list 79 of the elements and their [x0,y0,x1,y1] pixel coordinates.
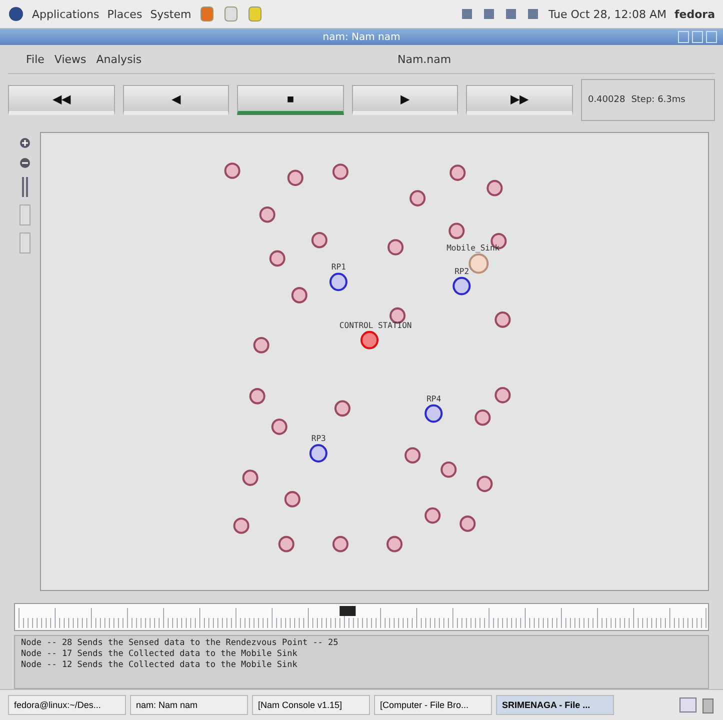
node-label: RP2 [454,266,470,276]
taskbar-button[interactable]: [Nam Console v1.15] [252,695,370,715]
taskbar-button[interactable]: nam: Nam nam [130,695,248,715]
sensor-node [388,239,404,256]
sensor-node [494,387,511,404]
rendezvous-node [329,272,348,292]
sensor-node [311,232,328,248]
sensor-node [284,491,300,508]
menu-item[interactable]: File [26,52,44,66]
playback-button[interactable]: ▶ [352,85,458,115]
panel-menu[interactable]: System [150,8,192,20]
logo-icon[interactable] [8,6,24,22]
minimize-button[interactable] [678,31,689,43]
sensor-node [242,470,258,486]
sensor-node [332,164,348,180]
playback-button[interactable]: ▶▶ [466,85,573,115]
log-line: Node -- 17 Sends the Collected data to the Mobile Sink [21,649,298,659]
log-line: Node -- 12 Sends the Collected data to the Mobile Sink [21,660,298,670]
sensor-node [287,170,304,186]
rendezvous-node [309,444,328,462]
sensor-node [486,180,503,196]
sensor-node [334,400,350,417]
log-line: Node -- 28 Sends the Sensed data to the Rendezvous Point -- 25 [21,638,340,648]
sensor-node [450,164,466,181]
close-button[interactable] [706,31,717,43]
sensor-node [269,250,286,267]
rendezvous-node [452,276,471,296]
timeline-track[interactable] [14,603,709,631]
zoom-in-icon[interactable] [18,136,32,150]
sensor-node [474,409,491,426]
sensor-node [476,476,493,492]
sensor-node [249,388,266,404]
node-label: RP3 [311,433,326,444]
playback-button[interactable]: ◀◀ [8,85,115,115]
panel-menu[interactable]: Applications [32,8,100,20]
node-label: CONTROL STATION [339,320,412,330]
window-title: nam: Nam nam [322,32,400,42]
sensor-node [253,337,270,354]
sensor-node [440,461,457,478]
clock[interactable]: Tue Oct 28, 12:08 AM [548,8,666,20]
sensor-node [259,206,276,223]
control-station-node [360,330,379,350]
sensor-node [448,222,465,240]
playback-button[interactable]: ◀ [122,85,230,115]
sensor-node [424,507,441,524]
sensor-node [233,518,250,534]
panel-menu[interactable]: Places [107,8,142,20]
sensor-node [386,536,403,552]
sensor-node [410,190,426,206]
maximize-button[interactable] [692,31,703,43]
zoom-out-icon[interactable] [18,156,32,170]
sensor-node [494,312,511,328]
node-label: RP1 [331,262,346,272]
rendezvous-node [424,404,443,423]
file-name: Nam.nam [396,52,452,66]
mobile-sink-node [468,253,489,274]
step-control[interactable]: Step: 6.3ms [631,95,686,105]
sensor-node [404,447,421,464]
workspace-icon[interactable] [679,696,697,714]
sensor-node [224,162,240,179]
sensor-node [390,307,406,324]
sensor-node [271,418,288,435]
taskbar-button[interactable]: [Computer - File Bro... [374,695,492,715]
menu-item[interactable]: Views [54,52,86,66]
timeline-thumb[interactable] [340,606,356,616]
taskbar-button[interactable]: fedora@linux:~/Des... [8,695,126,715]
node-label: RP4 [426,393,442,404]
menu-item[interactable]: Analysis [96,52,142,66]
node-label: Mobile_Sink [446,242,500,252]
slider-icon[interactable] [20,176,30,198]
sensor-node [332,536,348,552]
sensor-node [278,536,294,552]
user-name[interactable]: fedora [674,8,715,20]
time-value: 0.40028 [588,95,626,105]
sensor-node [460,516,476,532]
taskbar-button[interactable]: SRIMENAGA - File ... [496,695,614,715]
trash-icon[interactable] [701,696,715,714]
playback-button[interactable]: ■ [237,85,344,115]
sensor-node [291,287,308,304]
